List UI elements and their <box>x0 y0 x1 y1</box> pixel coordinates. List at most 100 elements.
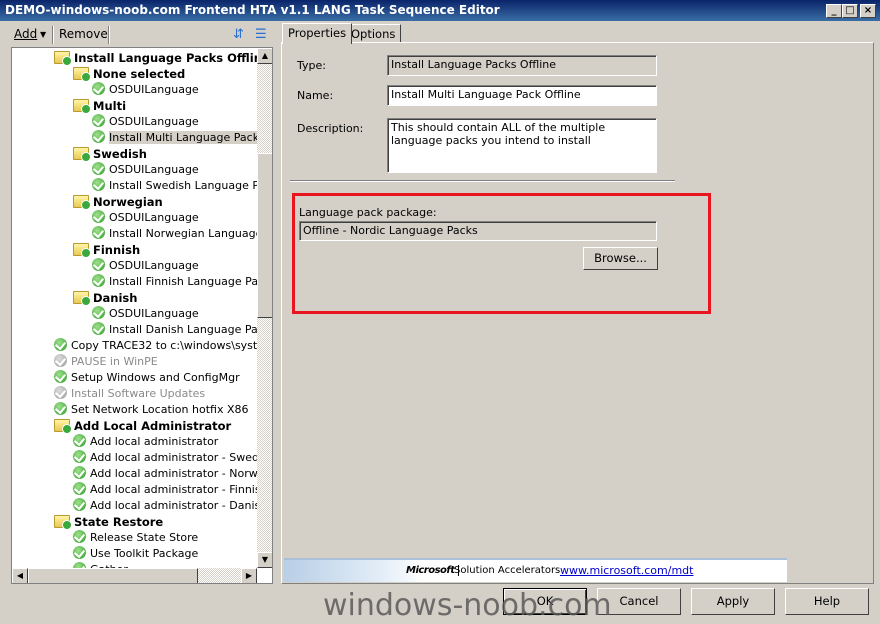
browse-button[interactable]: Browse... <box>583 247 658 270</box>
tree-item-label: Install Swedish Language Pack Offline <box>109 179 272 192</box>
move-down-icon[interactable]: ☰ <box>255 27 267 42</box>
tab-properties[interactable]: Properties <box>282 23 353 44</box>
check-icon <box>73 466 86 479</box>
tree-item-label: Add Local Administrator <box>74 419 232 433</box>
check-icon <box>92 178 105 191</box>
tree-item[interactable]: PAUSE in WinPE <box>54 354 158 370</box>
tree-item[interactable]: Setup Windows and ConfigMgr <box>54 370 240 386</box>
tree-item[interactable]: OSDUILanguage <box>92 114 199 130</box>
vertical-scrollbar[interactable]: ▲ ▼ <box>257 48 272 568</box>
tree-item[interactable]: Add local administrator - Finnish Langua… <box>73 482 272 498</box>
tree-item[interactable]: Install Multi Language Pack Offline <box>92 130 272 146</box>
tree-item[interactable]: Danish <box>73 290 137 306</box>
check-icon <box>92 226 105 239</box>
check-icon <box>92 306 105 319</box>
tree-item[interactable]: OSDUILanguage <box>92 258 199 274</box>
tree-item[interactable]: State Restore <box>54 514 163 530</box>
tree-item[interactable]: OSDUILanguage <box>92 162 199 178</box>
tree-item-label: Swedish <box>93 147 147 161</box>
add-menu-button[interactable]: Add <box>14 27 37 41</box>
tree-item-label: Danish <box>93 291 138 305</box>
check-icon <box>73 450 86 463</box>
maximize-button[interactable]: □ <box>842 4 858 18</box>
minimize-button[interactable]: _ <box>826 4 842 18</box>
tree-item[interactable]: Install Finnish Language Pack Offline <box>92 274 272 290</box>
tree-item[interactable]: OSDUILanguage <box>92 210 199 226</box>
tree-item[interactable]: None selected <box>73 66 185 82</box>
tree-item-label: OSDUILanguage <box>109 307 199 320</box>
disabled-step-icon <box>54 354 67 367</box>
check-icon <box>92 114 105 127</box>
tree-item[interactable]: Install Norwegian Language Pack Offline <box>92 226 272 242</box>
toolbar-divider <box>108 26 110 44</box>
tree-item[interactable]: Install Language Packs Offline <box>54 50 270 66</box>
remove-button[interactable]: Remove <box>59 27 108 41</box>
tree-item[interactable]: Norwegian <box>73 194 163 210</box>
tree-item[interactable]: Add local administrator - Swedish Langua… <box>73 450 272 466</box>
check-icon <box>54 370 67 383</box>
check-icon <box>92 274 105 287</box>
tree-item[interactable]: Swedish <box>73 146 147 162</box>
toolbar-divider <box>52 26 54 44</box>
check-icon <box>73 434 86 447</box>
window-title: DEMO-windows-noob.com Frontend HTA v1.1 … <box>5 3 500 17</box>
scroll-right-button[interactable]: ▶ <box>241 568 257 583</box>
toolbar: Add ▼ Remove ⇵ ☰ <box>8 24 276 46</box>
watermark: windows-noob.com <box>323 588 612 623</box>
tree-item-label: Norwegian <box>93 195 163 209</box>
tree-item[interactable]: Add Local Administrator <box>54 418 231 434</box>
microsoft-logo: Microsoft <box>406 565 459 576</box>
tree-item[interactable]: Install Danish Language Pack Offline <box>92 322 272 338</box>
tree-item[interactable]: Set Network Location hotfix X86 <box>54 402 249 418</box>
tree-item-label: Release State Store <box>90 531 199 544</box>
tree-item[interactable]: Finnish <box>73 242 140 258</box>
tree-item[interactable]: Copy TRACE32 to c:\windows\system32 <box>54 338 273 354</box>
tree-item-label: Copy TRACE32 to c:\windows\system32 <box>71 339 273 352</box>
folder-icon <box>54 515 72 530</box>
scroll-up-button[interactable]: ▲ <box>257 48 272 64</box>
check-icon <box>73 498 86 511</box>
tree-item-label: Multi <box>93 99 127 113</box>
tree-item[interactable]: Install Swedish Language Pack Offline <box>92 178 272 194</box>
check-icon <box>54 402 67 415</box>
scroll-thumb[interactable] <box>28 568 198 583</box>
folder-icon <box>73 99 91 114</box>
tree-item-label: Install Software Updates <box>71 387 206 400</box>
tree-item[interactable]: OSDUILanguage <box>92 82 199 98</box>
close-button[interactable]: × <box>860 4 876 18</box>
tree-item[interactable]: Add local administrator - Norwegian Lang… <box>73 466 272 482</box>
folder-icon <box>73 243 91 258</box>
tree-item[interactable]: Release State Store <box>73 530 198 546</box>
language-pack-package-field: Offline - Nordic Language Packs <box>299 221 657 241</box>
tree-item[interactable]: Multi <box>73 98 126 114</box>
scroll-down-button[interactable]: ▼ <box>257 552 272 568</box>
tree-item-label: OSDUILanguage <box>109 259 199 272</box>
task-sequence-tree[interactable]: Install Language Packs Offline None selec… <box>11 47 273 584</box>
move-up-icon[interactable]: ⇵ <box>233 27 244 42</box>
tree-item-label: Install Norwegian Language Pack Offline <box>109 227 272 240</box>
tree-item[interactable]: Add local administrator <box>73 434 218 450</box>
tree-item[interactable]: Install Software Updates <box>54 386 205 402</box>
help-button[interactable]: Help <box>785 588 869 615</box>
tree-item-label: OSDUILanguage <box>109 211 199 224</box>
check-icon <box>92 210 105 223</box>
separator <box>290 180 675 182</box>
scroll-thumb[interactable] <box>257 153 272 318</box>
tab-options[interactable]: Options <box>345 24 402 43</box>
tree-item-label: OSDUILanguage <box>109 115 199 128</box>
apply-button[interactable]: Apply <box>691 588 775 615</box>
tree-item[interactable]: Add local administrator - Danish Languag… <box>73 498 272 514</box>
description-label: Description: <box>297 122 364 135</box>
tree-item[interactable]: OSDUILanguage <box>92 306 199 322</box>
description-textarea[interactable]: This should contain ALL of the multiple … <box>387 118 657 173</box>
tree-item-label: State Restore <box>74 515 164 529</box>
check-icon <box>92 162 105 175</box>
horizontal-scrollbar[interactable]: ◀ ▶ <box>12 568 257 583</box>
tree-item[interactable]: Use Toolkit Package <box>73 546 198 562</box>
tree-item-label: Add local administrator <box>90 435 219 448</box>
name-input[interactable]: Install Multi Language Pack Offline <box>387 85 657 106</box>
mdt-link[interactable]: www.microsoft.com/mdt <box>560 564 693 577</box>
tree-item-label: Install Language Packs Offline <box>74 51 270 65</box>
chevron-down-icon[interactable]: ▼ <box>40 30 46 39</box>
scroll-left-button[interactable]: ◀ <box>12 568 28 583</box>
